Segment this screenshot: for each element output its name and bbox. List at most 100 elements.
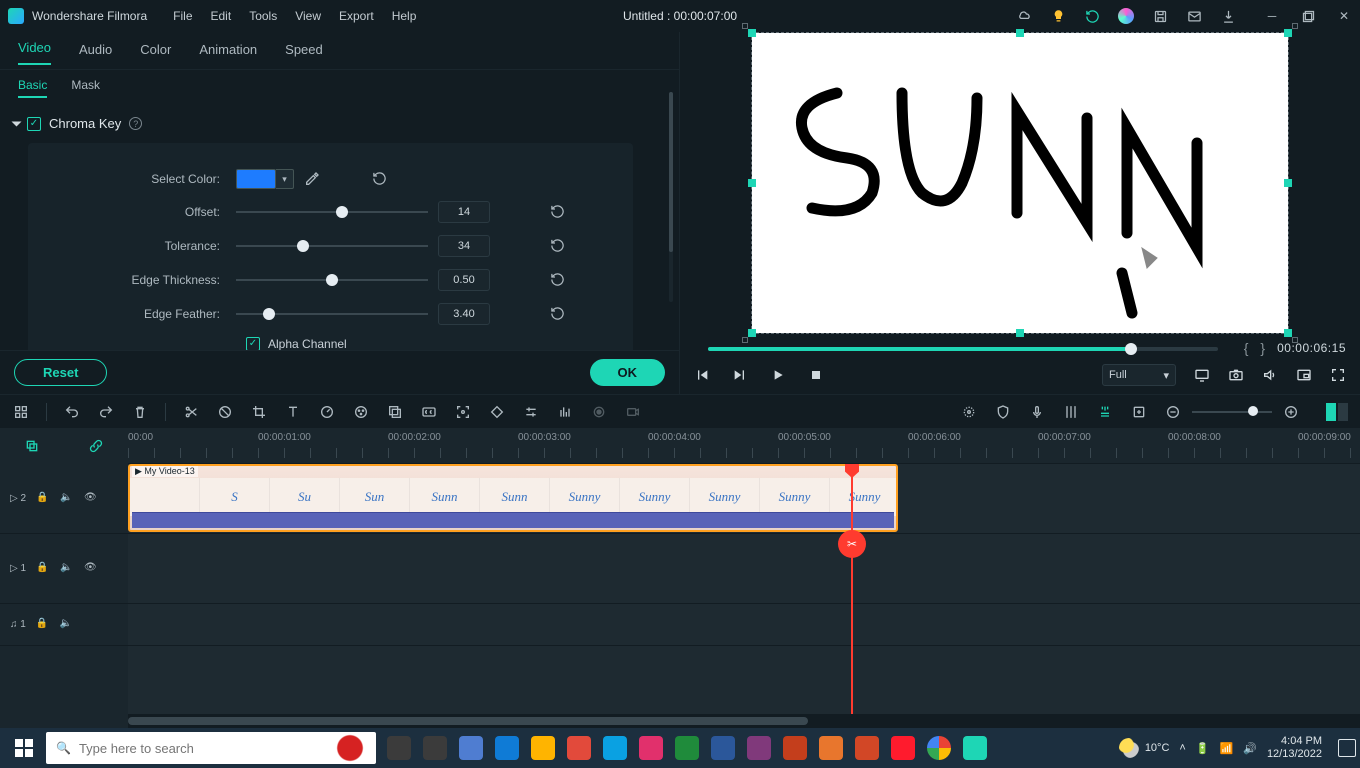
taskbar-app-3[interactable] <box>490 728 524 768</box>
pip-icon[interactable] <box>1296 367 1312 383</box>
adjust-icon[interactable] <box>522 403 540 421</box>
color-dropdown[interactable]: ▾ <box>276 169 294 189</box>
step-back-icon[interactable] <box>694 367 710 383</box>
link-icon[interactable] <box>87 437 105 455</box>
subtab-mask[interactable]: Mask <box>71 78 100 98</box>
reset-button[interactable]: Reset <box>14 359 107 386</box>
taskbar-app-10[interactable] <box>742 728 776 768</box>
mixer-icon[interactable] <box>1062 403 1080 421</box>
menu-file[interactable]: File <box>173 9 192 23</box>
lock-icon[interactable]: 🔒 <box>36 618 50 632</box>
mark-out-icon[interactable]: } <box>1260 340 1265 356</box>
notifications-icon[interactable] <box>1338 739 1356 757</box>
tab-color[interactable]: Color <box>140 42 171 65</box>
alpha-channel-checkbox[interactable] <box>246 337 260 350</box>
subtab-basic[interactable]: Basic <box>18 78 47 98</box>
playhead-split-icon[interactable]: ✂ <box>838 530 866 558</box>
mic-icon[interactable] <box>1028 403 1046 421</box>
taskbar-app-12[interactable] <box>814 728 848 768</box>
track-lane-v2[interactable]: ▶ My Video-13 SSuSunSunnSunnSunnySunnySu… <box>128 464 1360 534</box>
offset-value[interactable]: 14 <box>438 201 490 223</box>
zoom-out-icon[interactable] <box>1164 403 1182 421</box>
tolerance-slider[interactable] <box>236 238 428 254</box>
lock-icon[interactable]: 🔒 <box>36 492 50 506</box>
track-head-v1[interactable]: ▷ 1 🔒 🔈 👁 <box>0 534 128 604</box>
offset-slider[interactable] <box>236 204 428 220</box>
eye-icon[interactable]: 👁 <box>84 492 98 506</box>
grid-icon[interactable] <box>12 403 30 421</box>
fullscreen-icon[interactable] <box>1330 367 1346 383</box>
taskbar-app-13[interactable] <box>850 728 884 768</box>
edge-thickness-value[interactable]: 0.50 <box>438 269 490 291</box>
reset-color-icon[interactable] <box>372 171 388 187</box>
cloud-icon[interactable] <box>1016 8 1032 24</box>
menu-edit[interactable]: Edit <box>211 9 232 23</box>
reset-edge-feather-icon[interactable] <box>550 306 566 322</box>
menu-export[interactable]: Export <box>339 9 374 23</box>
play-icon[interactable] <box>770 367 786 383</box>
tab-speed[interactable]: Speed <box>285 42 323 65</box>
insert-marker-icon[interactable] <box>1130 403 1148 421</box>
tab-video[interactable]: Video <box>18 40 51 65</box>
menu-help[interactable]: Help <box>392 9 417 23</box>
tray-wifi-icon[interactable]: 📶 <box>1220 742 1234 755</box>
tab-audio[interactable]: Audio <box>79 42 112 65</box>
search-input[interactable] <box>79 741 366 756</box>
save-icon[interactable] <box>1152 8 1168 24</box>
mute-icon[interactable]: 🔈 <box>60 492 74 506</box>
delete-icon[interactable] <box>131 403 149 421</box>
ok-button[interactable]: OK <box>590 359 666 386</box>
duplicate-icon[interactable] <box>23 437 41 455</box>
taskbar-app-0[interactable] <box>382 728 416 768</box>
lock-icon[interactable]: 🔒 <box>36 562 50 576</box>
taskbar-app-16[interactable] <box>958 728 992 768</box>
volume-icon[interactable] <box>1262 367 1278 383</box>
taskbar-app-14[interactable] <box>886 728 920 768</box>
chroma-key-checkbox[interactable] <box>27 117 41 131</box>
playhead[interactable]: ✂ <box>851 464 853 714</box>
record-icon[interactable] <box>590 403 608 421</box>
color-swatch[interactable] <box>236 169 276 189</box>
redo-icon[interactable] <box>97 403 115 421</box>
equalizer-icon[interactable] <box>556 403 574 421</box>
download-icon[interactable] <box>1220 8 1236 24</box>
menu-view[interactable]: View <box>295 9 321 23</box>
track-head-v2[interactable]: ▷ 2 🔒 🔈 👁 <box>0 464 128 534</box>
focus-icon[interactable] <box>454 403 472 421</box>
taskbar-app-6[interactable] <box>598 728 632 768</box>
cc-icon[interactable] <box>420 403 438 421</box>
taskbar-search[interactable]: 🔍 <box>46 732 376 764</box>
edge-thickness-slider[interactable] <box>236 272 428 288</box>
track-head-a1[interactable]: ♫ 1 🔒 🔈 <box>0 604 128 646</box>
resolution-dropdown[interactable]: Full▾ <box>1102 364 1176 386</box>
lightbulb-icon[interactable] <box>1050 8 1066 24</box>
eye-icon[interactable]: 👁 <box>84 562 98 576</box>
taskbar-app-8[interactable] <box>670 728 704 768</box>
camera2-icon[interactable] <box>624 403 642 421</box>
menu-tools[interactable]: Tools <box>249 9 277 23</box>
split-icon[interactable] <box>182 403 200 421</box>
snapshot-icon[interactable] <box>1228 367 1244 383</box>
stop-icon[interactable] <box>808 367 824 383</box>
zoom-in-icon[interactable] <box>1282 403 1300 421</box>
section-chroma-key[interactable]: Chroma Key ? <box>14 116 661 131</box>
prohibit-icon[interactable] <box>216 403 234 421</box>
tray-battery-icon[interactable]: 🔋 <box>1196 742 1210 755</box>
tolerance-value[interactable]: 34 <box>438 235 490 257</box>
shield-icon[interactable] <box>994 403 1012 421</box>
track-lane-a1[interactable] <box>128 604 1360 646</box>
video-clip[interactable]: ▶ My Video-13 SSuSunSunnSunnSunnySunnySu… <box>128 464 898 532</box>
taskbar-app-7[interactable] <box>634 728 668 768</box>
weather-widget[interactable]: 10°C <box>1119 738 1170 758</box>
taskbar-clock[interactable]: 4:04 PM 12/13/2022 <box>1267 735 1322 761</box>
taskbar-app-4[interactable] <box>526 728 560 768</box>
maximize-button[interactable] <box>1300 8 1316 24</box>
preview-progress-bar[interactable] <box>708 347 1218 351</box>
taskbar-app-11[interactable] <box>778 728 812 768</box>
display-icon[interactable] <box>1194 367 1210 383</box>
reset-tolerance-icon[interactable] <box>550 238 566 254</box>
taskbar-app-2[interactable] <box>454 728 488 768</box>
mute-icon[interactable]: 🔈 <box>60 618 74 632</box>
panel-scrollbar[interactable] <box>669 92 673 302</box>
step-forward-icon[interactable] <box>732 367 748 383</box>
